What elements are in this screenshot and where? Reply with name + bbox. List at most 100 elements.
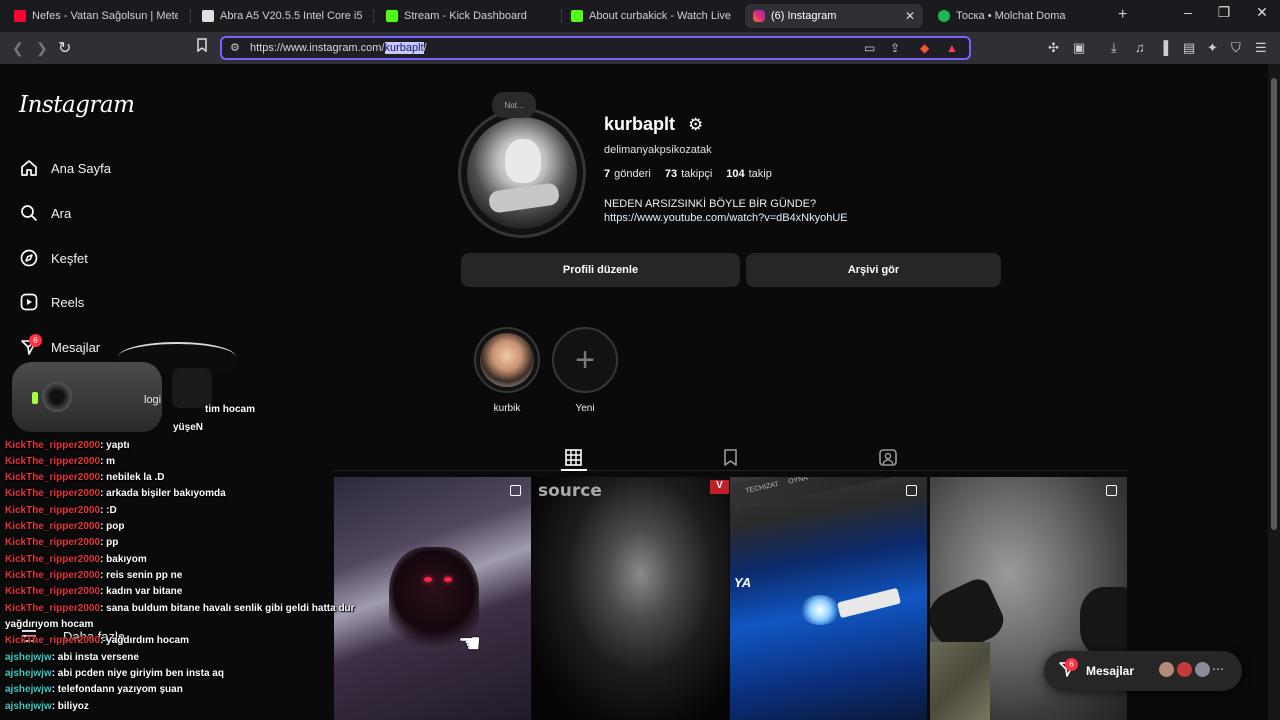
sidebar-toggle-icon[interactable]: ▐ xyxy=(1159,40,1168,55)
browser-tab[interactable]: About curbakick - Watch Live on K xyxy=(563,4,741,28)
chat-username: KickThe_ripper2000 xyxy=(5,635,101,646)
brave-rewards-icon[interactable]: ▲ xyxy=(946,41,958,55)
edit-profile-button[interactable]: Profili düzenle xyxy=(461,253,740,287)
sidebar-item-reels[interactable]: Reels xyxy=(20,293,84,311)
sidebar-item-label: Ana Sayfa xyxy=(51,160,111,176)
note-bubble[interactable]: Not... xyxy=(492,92,536,118)
profile-stats: 7 gönderi 73 takipçi 104 takip xyxy=(604,168,772,180)
profile-avatar[interactable] xyxy=(458,108,586,238)
profile-link[interactable]: https://www.youtube.com/watch?v=dB4xNkyo… xyxy=(604,212,848,224)
vpn-icon[interactable]: ⛉ xyxy=(1231,40,1241,56)
post-thumbnail[interactable]: TECHIZAT OYNA MAĞAZA YA xyxy=(730,477,927,720)
bookmark-page-icon[interactable] xyxy=(196,38,208,55)
post-overlay-text: source xyxy=(538,481,602,501)
chat-message: KickThe_ripper2000: yağdırdım hocam xyxy=(5,635,189,646)
view-archive-button[interactable]: Arşivi gör xyxy=(746,253,1001,287)
browser-tab-bar: Nefes - Vatan Sağolsun | Mete Ho Abra A5… xyxy=(0,0,1280,32)
chat-text: yağdırıyom hocam xyxy=(5,619,94,630)
sidebar-item-home[interactable]: Ana Sayfa xyxy=(20,159,111,177)
menu-icon[interactable]: ☰ xyxy=(1255,40,1267,56)
extensions-icon[interactable]: ✣ xyxy=(1048,40,1059,56)
following-count: 104 xyxy=(726,168,745,180)
site-settings-icon[interactable]: ⚙ xyxy=(230,41,240,54)
chat-text: pop xyxy=(106,521,125,532)
instagram-logo[interactable]: Instagram xyxy=(19,92,135,118)
hat-brim-shape xyxy=(172,368,212,408)
notification-badge: 6 xyxy=(1065,658,1078,671)
chat-username: KickThe_ripper2000 xyxy=(5,488,101,499)
arms-shape xyxy=(487,182,561,214)
posts-stat: 7 gönderi xyxy=(604,168,651,180)
plus-icon: + xyxy=(575,340,595,379)
brave-shield-icon[interactable]: ◆ xyxy=(920,41,929,55)
chat-text: yaptı xyxy=(106,440,130,451)
leo-ai-icon[interactable]: ✦ xyxy=(1207,40,1218,56)
restore-icon[interactable]: ❐ xyxy=(1212,4,1236,21)
story-highlight[interactable] xyxy=(474,327,540,393)
url-text[interactable]: https://www.instagram.com/kurbaplt/ xyxy=(250,42,427,54)
chat-text: tim hocam xyxy=(205,404,256,415)
glowing-eye xyxy=(424,577,432,582)
chat-text: abi pcden niye giriyim ben insta aq xyxy=(57,668,224,679)
followers-stat[interactable]: 73 takipçi xyxy=(665,168,712,180)
browser-tab[interactable]: Stream - Kick Dashboard xyxy=(378,4,558,28)
chat-text: biliyoz xyxy=(57,701,89,712)
boot-shape xyxy=(1080,587,1127,657)
url-prefix: https://www.instagram.com/ xyxy=(250,42,385,54)
chat-username: KickThe_ripper2000 xyxy=(5,521,101,532)
glowing-eye xyxy=(444,577,452,582)
tab-title: (6) Instagram xyxy=(771,10,837,22)
chat-text: bakıyom xyxy=(106,554,147,565)
bookmark-icon[interactable] xyxy=(723,449,738,471)
browser-tab-active[interactable]: (6) Instagram ✕ xyxy=(745,4,923,28)
chat-message: yüşeN xyxy=(173,422,203,433)
chat-username: KickThe_ripper2000 xyxy=(5,440,101,451)
sidebar-item-explore[interactable]: Keşfet xyxy=(20,249,88,267)
chat-username: ajshejwjw xyxy=(5,684,52,695)
page-scrollbar[interactable] xyxy=(1268,64,1280,720)
chat-text: :D xyxy=(106,505,117,516)
browser-tab[interactable]: Nefes - Vatan Sağolsun | Mete Ho xyxy=(6,4,186,28)
settings-gear-icon[interactable]: ⚙ xyxy=(688,115,703,135)
reload-icon[interactable]: ↻ xyxy=(58,38,71,58)
screenshot-icon[interactable]: ▣ xyxy=(1073,40,1085,56)
cast-icon[interactable]: ▭ xyxy=(864,41,875,55)
post-thumbnail[interactable] xyxy=(334,477,531,720)
chat-message: yağdırıyom hocam xyxy=(5,619,93,630)
webcam-led xyxy=(32,392,38,404)
back-icon[interactable]: ❮ xyxy=(12,40,24,57)
chat-message: KickThe_ripper2000: yaptı xyxy=(5,440,130,451)
grid-icon[interactable] xyxy=(565,449,582,471)
browser-tab[interactable]: Abra A5 V20.5.5 Intel Core i5 1342 xyxy=(194,4,370,28)
chat-message: KickThe_ripper2000: pp xyxy=(5,537,119,548)
following-label: takip xyxy=(748,168,772,180)
chat-text: kadın var bitane xyxy=(106,586,183,597)
minimize-icon[interactable]: – xyxy=(1176,4,1200,20)
url-selection: kurbaplt xyxy=(384,42,424,54)
tagged-icon[interactable] xyxy=(879,449,897,471)
address-bar[interactable]: ⚙ https://www.instagram.com/kurbaplt/ ▭ … xyxy=(220,36,971,60)
browser-tab[interactable]: Тоска • Molchat Doma xyxy=(930,4,1106,28)
media-icon[interactable]: ♫ xyxy=(1135,40,1145,55)
window-close-icon[interactable]: ✕ xyxy=(1250,4,1274,21)
download-icon[interactable]: ⤓ xyxy=(1111,40,1117,56)
light-glow xyxy=(800,595,840,625)
following-stat[interactable]: 104 takip xyxy=(726,168,772,180)
new-highlight-button[interactable]: + xyxy=(552,327,618,393)
more-options-icon[interactable]: ⋯ xyxy=(1212,662,1224,676)
avatar-photo xyxy=(467,117,577,229)
sidebar-item-label: Ara xyxy=(51,205,72,221)
forward-icon[interactable]: ❯ xyxy=(36,40,48,57)
amazon-icon xyxy=(202,10,214,22)
scrollbar-thumb[interactable] xyxy=(1271,78,1277,530)
post-thumbnail[interactable]: source V xyxy=(532,477,729,720)
profile-username: kurbaplt xyxy=(604,114,676,134)
profile-bio: NEDEN ARSIZSINKİ BÖYLE BİR GÜNDE? xyxy=(604,198,817,210)
wallet-icon[interactable]: ▤ xyxy=(1183,40,1195,56)
close-icon[interactable]: ✕ xyxy=(905,9,915,23)
share-icon[interactable]: ⇪ xyxy=(890,41,900,55)
new-tab-icon[interactable]: + xyxy=(1118,6,1127,24)
sidebar-item-search[interactable]: Ara xyxy=(20,204,71,222)
chat-message: KickThe_ripper2000: sana buldum bitane h… xyxy=(5,603,355,614)
chat-text: abi insta versene xyxy=(57,652,139,663)
